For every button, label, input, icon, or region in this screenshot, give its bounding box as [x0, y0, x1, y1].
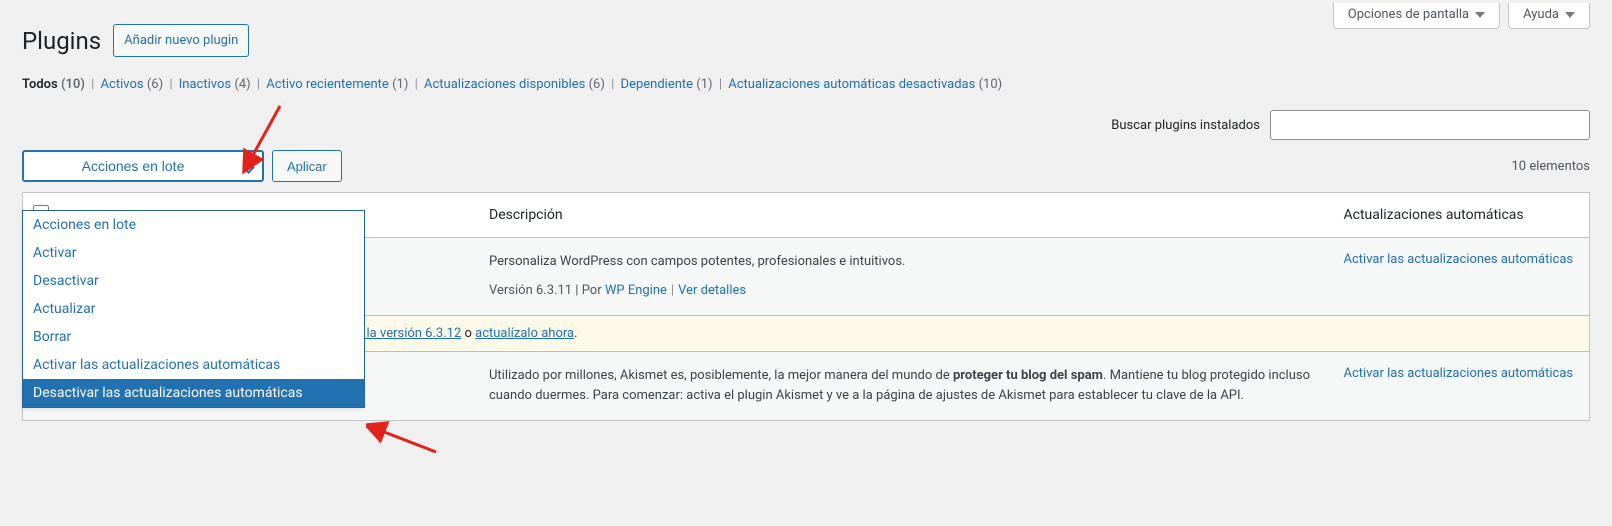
- filter-auto-updates-disabled[interactable]: Actualizaciones automáticas desactivadas…: [728, 77, 1002, 92]
- page-title: Plugins: [22, 27, 101, 55]
- chevron-down-icon: [1475, 12, 1485, 18]
- bulk-option[interactable]: Borrar: [23, 323, 364, 351]
- filter-active[interactable]: Activos (6): [101, 77, 164, 92]
- search-label: Buscar plugins instalados: [1111, 118, 1260, 133]
- items-count: 10 elementos: [1511, 159, 1590, 174]
- filter-dependent[interactable]: Dependiente (1): [621, 77, 713, 92]
- plugin-meta-prefix: Versión 6.3.11 | Por: [489, 283, 605, 298]
- bulk-option[interactable]: Activar: [23, 239, 364, 267]
- filter-recently-active[interactable]: Activo recientemente (1): [266, 77, 408, 92]
- plugin-description: Utilizado por millones, Akismet es, posi…: [489, 368, 1310, 403]
- help-label: Ayuda: [1523, 7, 1559, 22]
- annotation-arrow-icon: [366, 418, 446, 460]
- enable-auto-updates-link[interactable]: Activar las actualizaciones automáticas: [1344, 252, 1574, 267]
- bulk-option[interactable]: Desactivar: [23, 267, 364, 295]
- bulk-actions-dropdown[interactable]: Acciones en lote Activar Desactivar Actu…: [22, 210, 365, 408]
- search-input[interactable]: [1270, 110, 1590, 140]
- update-notice-suffix: .: [574, 326, 577, 341]
- filter-updates-available[interactable]: Actualizaciones disponibles (6): [424, 77, 605, 92]
- screen-options-tab[interactable]: Opciones de pantalla: [1333, 3, 1500, 29]
- bulk-actions-select[interactable]: Acciones en lote: [22, 150, 264, 182]
- add-new-plugin-button[interactable]: Añadir nuevo plugin: [113, 24, 249, 57]
- plugin-description: Personaliza WordPress con campos potente…: [489, 254, 905, 269]
- screen-options-label: Opciones de pantalla: [1348, 7, 1469, 22]
- filter-all[interactable]: Todos (10): [22, 77, 85, 92]
- plugin-author-link[interactable]: WP Engine: [605, 283, 667, 298]
- chevron-down-icon: [1565, 12, 1575, 18]
- help-tab[interactable]: Ayuda: [1508, 3, 1590, 29]
- plugin-filters: Todos (10) | Activos (6) | Inactivos (4)…: [22, 77, 1590, 92]
- filter-inactive[interactable]: Inactivos (4): [179, 77, 251, 92]
- bulk-option-highlighted[interactable]: Desactivar las actualizaciones automátic…: [23, 379, 364, 407]
- apply-button[interactable]: Aplicar: [272, 150, 342, 182]
- bulk-option[interactable]: Activar las actualizaciones automáticas: [23, 351, 364, 379]
- plugin-details-link[interactable]: Ver detalles: [678, 283, 746, 298]
- bulk-option[interactable]: Acciones en lote: [23, 211, 364, 239]
- update-now-link[interactable]: actualízalo ahora: [475, 326, 574, 341]
- update-notice-middle: o: [461, 326, 475, 341]
- bulk-option[interactable]: Actualizar: [23, 295, 364, 323]
- column-description[interactable]: Descripción: [479, 193, 1334, 238]
- column-auto-updates[interactable]: Actualizaciones automáticas: [1334, 193, 1590, 238]
- enable-auto-updates-link[interactable]: Activar las actualizaciones automáticas: [1344, 366, 1574, 381]
